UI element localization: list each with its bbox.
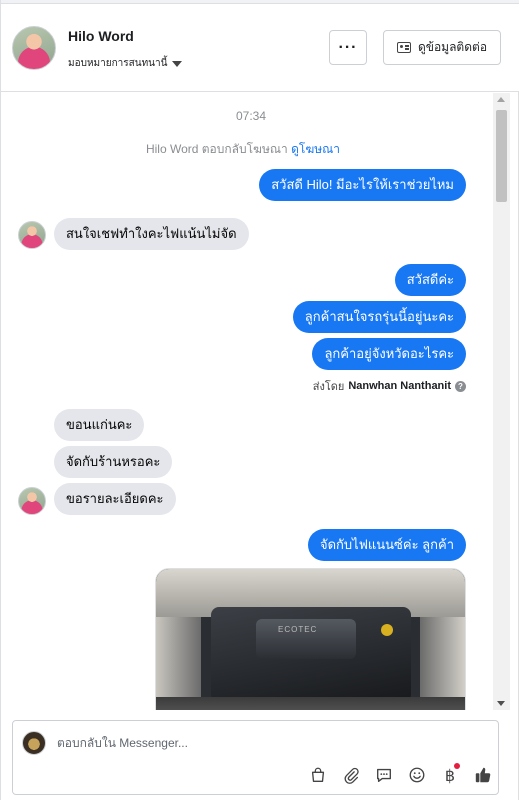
view-contact-button[interactable]: ดูข้อมูลติดต่อ [383, 30, 501, 65]
message-outgoing[interactable]: ลูกค้าอยู่จังหวัดอะไรคะ [312, 338, 466, 370]
message-outgoing[interactable]: สวัสดีค่ะ [394, 264, 466, 296]
messenger-window: Hilo Word มอบหมายการสนทนานี้ ··· ดูข้อมู… [0, 0, 519, 800]
engine-cover-text: ECOTEC [278, 625, 318, 634]
page-avatar [22, 731, 46, 755]
car-engine-photo[interactable]: ECOTEC [155, 568, 466, 710]
message-incoming[interactable]: จัดกับร้านหรอคะ [54, 446, 173, 478]
message-thread[interactable]: 07:34 Hilo Word ตอบกลับโฆษณา ดูโฆษณา สวั… [1, 93, 493, 710]
scroll-down-arrow-icon[interactable] [497, 701, 505, 706]
conversation-header: Hilo Word มอบหมายการสนทนานี้ ··· ดูข้อมู… [1, 4, 519, 92]
reply-input[interactable] [57, 734, 487, 752]
attachment-icon[interactable] [341, 765, 361, 785]
help-icon[interactable]: ? [455, 380, 466, 392]
message-incoming[interactable]: สนใจเชฟทำใงคะไฟแน้นไม่จัด [54, 218, 249, 250]
composer-toolbar: ฿ [308, 763, 493, 786]
message-outgoing[interactable]: ลูกค้าสนใจรถรุ่นนี้อยู่นะคะ [292, 301, 466, 333]
message-outgoing[interactable]: สวัสดี Hilo! มีอะไรให้เราช่วยไหม [259, 169, 466, 201]
baht-icon[interactable]: ฿ [440, 763, 460, 785]
assign-label: มอบหมายการสนทนานี้ [68, 58, 168, 69]
bag-icon[interactable] [308, 765, 328, 785]
sender-avatar[interactable] [18, 221, 46, 249]
message-incoming[interactable]: ขอรายละเอียดคะ [54, 483, 176, 515]
sender-avatar[interactable] [18, 487, 46, 515]
emoji-icon[interactable] [407, 765, 427, 785]
view-contact-label: ดูข้อมูลติดต่อ [417, 40, 488, 54]
contact-name[interactable]: Hilo Word [68, 28, 134, 44]
notification-dot [454, 763, 460, 769]
more-options-button[interactable]: ··· [329, 30, 367, 65]
photo-engine-cover: ECOTEC [256, 619, 356, 659]
view-ad-link[interactable]: ดูโฆษณา [291, 142, 340, 156]
message-outgoing[interactable]: จัดกับไฟแนนซ์ค่ะ ลูกค้า [307, 529, 466, 561]
sent-by-info: ส่งโดย Nanwhan Nanthanit ? [313, 377, 466, 395]
ad-reply-text: Hilo Word ตอบกลับโฆษณา [145, 142, 292, 156]
thumbs-up-icon[interactable] [473, 765, 493, 785]
message-incoming[interactable]: ขอนแก่นคะ [54, 409, 145, 441]
caret-down-icon [172, 60, 183, 67]
ad-reply-notice: Hilo Word ตอบกลับโฆษณา ดูโฆษณา [1, 140, 485, 159]
scrollbar[interactable] [493, 93, 510, 710]
timestamp: 07:34 [235, 109, 267, 123]
scroll-thumb[interactable] [496, 110, 507, 202]
assign-conversation-dropdown[interactable]: มอบหมายการสนทนานี้ [68, 56, 183, 71]
reply-composer: ฿ [12, 720, 499, 795]
user-avatar[interactable] [12, 26, 56, 70]
sent-by-prefix: ส่งโดย [312, 381, 345, 393]
id-card-icon [396, 42, 411, 53]
chat-icon[interactable] [374, 765, 394, 785]
scroll-up-arrow-icon[interactable] [497, 97, 505, 102]
sent-by-name: Nanwhan Nanthanit [348, 380, 451, 392]
